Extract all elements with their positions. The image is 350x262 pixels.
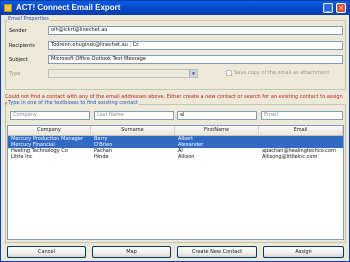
grid-header: Company Surname FirstName Email: [8, 126, 343, 136]
recipients-field[interactable]: Todrenn.ohuginsk@linechet.au ; Cc: [48, 41, 343, 50]
email-properties-legend: Email Properties: [7, 16, 50, 22]
map-button[interactable]: Map: [92, 246, 171, 258]
envelope-icon: [4, 4, 12, 12]
title-bar[interactable]: ACT! Connect Email Export _ ×: [1, 1, 349, 15]
cell-firstname: Allison: [178, 154, 195, 160]
cell-company: Little Inc: [11, 154, 33, 160]
assign-button[interactable]: Assign: [263, 246, 344, 258]
sender-field[interactable]: olh@ickrt@linechet.au: [48, 26, 343, 35]
minimize-button[interactable]: _: [323, 3, 333, 13]
save-copy-checkbox[interactable]: [226, 70, 232, 76]
cell-email: Allisong@littleinc.com: [262, 154, 318, 160]
create-new-contact-button[interactable]: Create New Contact: [177, 246, 257, 258]
column-header-company[interactable]: Company: [8, 126, 91, 135]
export-dialog: ACT! Connect Email Export _ × Email Prop…: [0, 0, 350, 262]
recipients-label: Recipients: [9, 43, 35, 49]
close-button[interactable]: ×: [336, 3, 346, 13]
window-title: ACT! Connect Email Export: [16, 3, 121, 12]
subject-label: Subject: [9, 57, 28, 63]
company-filter-input[interactable]: Company: [10, 111, 90, 120]
save-copy-label: Save copy of the email as attachment: [234, 70, 330, 76]
column-header-firstname[interactable]: FirstName: [175, 126, 259, 135]
search-legend: Type in one of the textboxes to find exi…: [7, 100, 139, 106]
contacts-grid[interactable]: Company Surname FirstName Email Mercury …: [7, 125, 344, 240]
column-header-email[interactable]: Email: [259, 126, 343, 135]
table-row[interactable]: Little Inc Hinde Allison Allisong@little…: [8, 154, 343, 160]
firstname-filter-input[interactable]: al: [177, 111, 257, 120]
email-filter-input[interactable]: Email: [261, 111, 343, 120]
cell-surname: Hinde: [94, 154, 109, 160]
chevron-down-icon: ▼: [189, 70, 197, 77]
sender-label: Sender: [9, 28, 27, 34]
cancel-button[interactable]: Cancel: [7, 246, 86, 258]
lastname-filter-input[interactable]: Last Name: [94, 111, 174, 120]
type-label: Type: [9, 71, 21, 77]
subject-field[interactable]: Microsoft Office Outlook Test Message: [48, 55, 343, 64]
column-header-surname[interactable]: Surname: [91, 126, 175, 135]
type-select[interactable]: ▼: [48, 69, 198, 78]
